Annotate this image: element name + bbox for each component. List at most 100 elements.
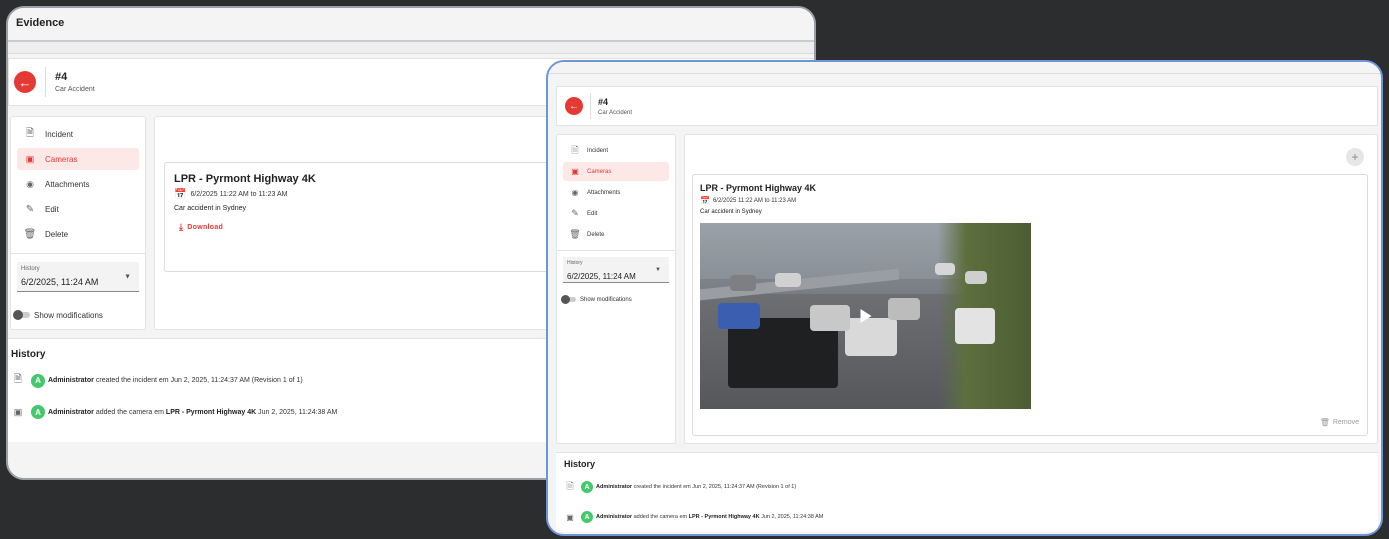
camera-description: Car accident in Sydney xyxy=(700,209,762,215)
show-modifications-label: Show modifications xyxy=(34,310,103,320)
case-number: #4 xyxy=(55,71,68,83)
history-user: Administrator xyxy=(596,484,633,490)
vehicle xyxy=(810,305,850,331)
show-modifications-toggle[interactable]: Show modifications xyxy=(13,310,139,320)
add-camera-button[interactable]: + xyxy=(1346,148,1364,166)
show-modifications-toggle[interactable]: Show modifications xyxy=(561,295,669,304)
attachment-icon: ◉ xyxy=(26,178,34,189)
camera-date-range: 📅 6/2/2025 11:22 AM to 11:23 AM xyxy=(700,196,1360,205)
toggle-knob xyxy=(561,295,570,304)
remove-button[interactable]: 🗑 Remove xyxy=(1320,418,1359,427)
camera-card: LPR - Pyrmont Highway 4K 📅 6/2/2025 11:2… xyxy=(164,162,584,272)
history-user: Administrator xyxy=(48,408,94,416)
sidebar-item-edit[interactable]: ✎ Edit xyxy=(17,198,139,220)
sidebar-item-attachments[interactable]: ◉ Attachments xyxy=(17,173,139,195)
camera-video-player[interactable] xyxy=(700,223,1031,409)
sidebar-item-label: Attachments xyxy=(587,189,621,196)
sidebar-item-label: Incident xyxy=(45,129,74,139)
calendar-icon: 📅 xyxy=(174,189,187,200)
camera-date-text: 6/2/2025 11:22 AM to 11:23 AM xyxy=(190,191,288,198)
divider xyxy=(45,67,46,97)
vehicle xyxy=(730,275,756,291)
history-timestamp: Jun 2, 2025, 11:24:38 AM xyxy=(761,514,824,520)
history-text: added the camera em xyxy=(95,408,164,416)
sidebar-item-edit[interactable]: ✎ Edit xyxy=(563,204,669,223)
calendar-icon: 📅 xyxy=(700,196,710,205)
vehicle xyxy=(965,271,987,284)
document-icon: 🗎 xyxy=(25,127,35,139)
back-button[interactable]: ← xyxy=(565,97,583,115)
vehicle xyxy=(775,273,801,287)
vehicle xyxy=(935,263,955,275)
vehicle xyxy=(845,318,897,356)
sidebar-item-delete[interactable]: 🗑 Delete xyxy=(17,223,139,245)
sidebar-item-cameras[interactable]: ▣ Cameras xyxy=(563,162,669,181)
history-select[interactable]: History 6/2/2025, 11:24 AM ▼ xyxy=(17,262,139,292)
trash-icon: 🗑 xyxy=(23,228,37,240)
play-icon[interactable] xyxy=(860,309,871,323)
camera-icon: ▣ xyxy=(25,153,35,164)
camera-icon: ▣ xyxy=(566,512,574,522)
document-icon: 🗎 xyxy=(13,374,23,385)
vehicle xyxy=(718,303,760,329)
history-select[interactable]: History 6/2/2025, 11:24 AM ▼ xyxy=(563,257,669,283)
sidebar: 🗎 Incident ▣ Cameras ◉ Attachments ✎ Edi… xyxy=(10,116,146,330)
history-timestamp: Jun 2, 2025, 11:24:38 AM xyxy=(258,408,338,416)
camera-date-text: 6/2/2025 11:22 AM to 11:23 AM xyxy=(712,197,797,204)
evidence-window-front: ← #4 Car Accident 🗎 Incident ▣ Cameras ◉… xyxy=(546,60,1383,536)
camera-icon: ▣ xyxy=(13,406,23,417)
camera-title: LPR - Pyrmont Highway 4K xyxy=(174,173,316,185)
vehicle xyxy=(888,298,920,320)
history-camera-name: LPR - Pyrmont Highway 4K xyxy=(165,408,257,416)
sidebar-item-label: Incident xyxy=(587,147,609,154)
history-select-label: History xyxy=(567,260,583,266)
avatar: A xyxy=(31,373,45,388)
sidebar-item-incident[interactable]: 🗎 Incident xyxy=(17,123,139,145)
sidebar-item-attachments[interactable]: ◉ Attachments xyxy=(563,183,669,202)
sidebar-item-delete[interactable]: 🗑 Delete xyxy=(563,225,669,244)
history-text: created the incident em Jun 2, 2025, 11:… xyxy=(95,377,303,384)
back-button[interactable]: ← xyxy=(14,71,36,93)
history-select-label: History xyxy=(21,266,40,272)
vehicle xyxy=(955,308,995,344)
toolbar-strip xyxy=(8,42,814,54)
trash-icon: 🗑 xyxy=(1319,418,1330,427)
pencil-icon: ✎ xyxy=(571,208,579,218)
plus-icon: + xyxy=(1351,150,1359,164)
window-title: Evidence xyxy=(8,8,814,42)
pencil-icon: ✎ xyxy=(25,203,35,215)
document-icon: 🗎 xyxy=(566,481,574,491)
camera-card: LPR - Pyrmont Highway 4K 📅 6/2/2025 11:2… xyxy=(692,174,1368,436)
sidebar-item-label: Delete xyxy=(587,231,605,238)
sidebar-item-label: Cameras xyxy=(45,154,78,164)
sidebar-item-label: Attachments xyxy=(45,179,90,189)
history-user: Administrator xyxy=(596,514,633,520)
caret-down-icon: ▼ xyxy=(655,266,661,273)
sidebar-item-label: Cameras xyxy=(587,168,612,175)
case-header: ← #4 Car Accident xyxy=(556,86,1378,126)
download-button[interactable]: ⤓ Download xyxy=(179,222,574,233)
history-row: 🗎 A Administrator created the incident e… xyxy=(564,479,1370,495)
history-camera-name: LPR - Pyrmont Highway 4K xyxy=(688,514,760,520)
history-text: created the incident em Jun 2, 2025, 11:… xyxy=(633,484,797,490)
avatar: A xyxy=(31,405,45,419)
camera-date-range: 📅 6/2/2025 11:22 AM to 11:23 AM xyxy=(174,189,574,200)
trash-icon: 🗑 xyxy=(569,229,581,239)
document-icon: 🗎 xyxy=(571,144,579,155)
caret-down-icon: ▼ xyxy=(124,273,131,280)
arrow-left-icon: ← xyxy=(18,74,32,90)
history-row: ▣ A Administrator added the camera em LP… xyxy=(564,511,1370,523)
avatar: A xyxy=(581,511,593,523)
arrow-left-icon: ← xyxy=(569,100,579,112)
case-number: #4 xyxy=(598,96,609,107)
sidebar-item-label: Delete xyxy=(45,229,69,239)
history-text: added the camera em xyxy=(633,514,688,520)
history-section: History 🗎 A Administrator created the in… xyxy=(556,452,1378,532)
history-title: History xyxy=(564,459,596,469)
sidebar-item-cameras[interactable]: ▣ Cameras xyxy=(17,148,139,170)
toggle-knob xyxy=(13,310,23,320)
case-type: Car Accident xyxy=(55,86,95,93)
attachment-icon: ◉ xyxy=(571,188,579,197)
sidebar-item-incident[interactable]: 🗎 Incident xyxy=(563,141,669,160)
history-select-value: 6/2/2025, 11:24 AM xyxy=(21,277,99,287)
